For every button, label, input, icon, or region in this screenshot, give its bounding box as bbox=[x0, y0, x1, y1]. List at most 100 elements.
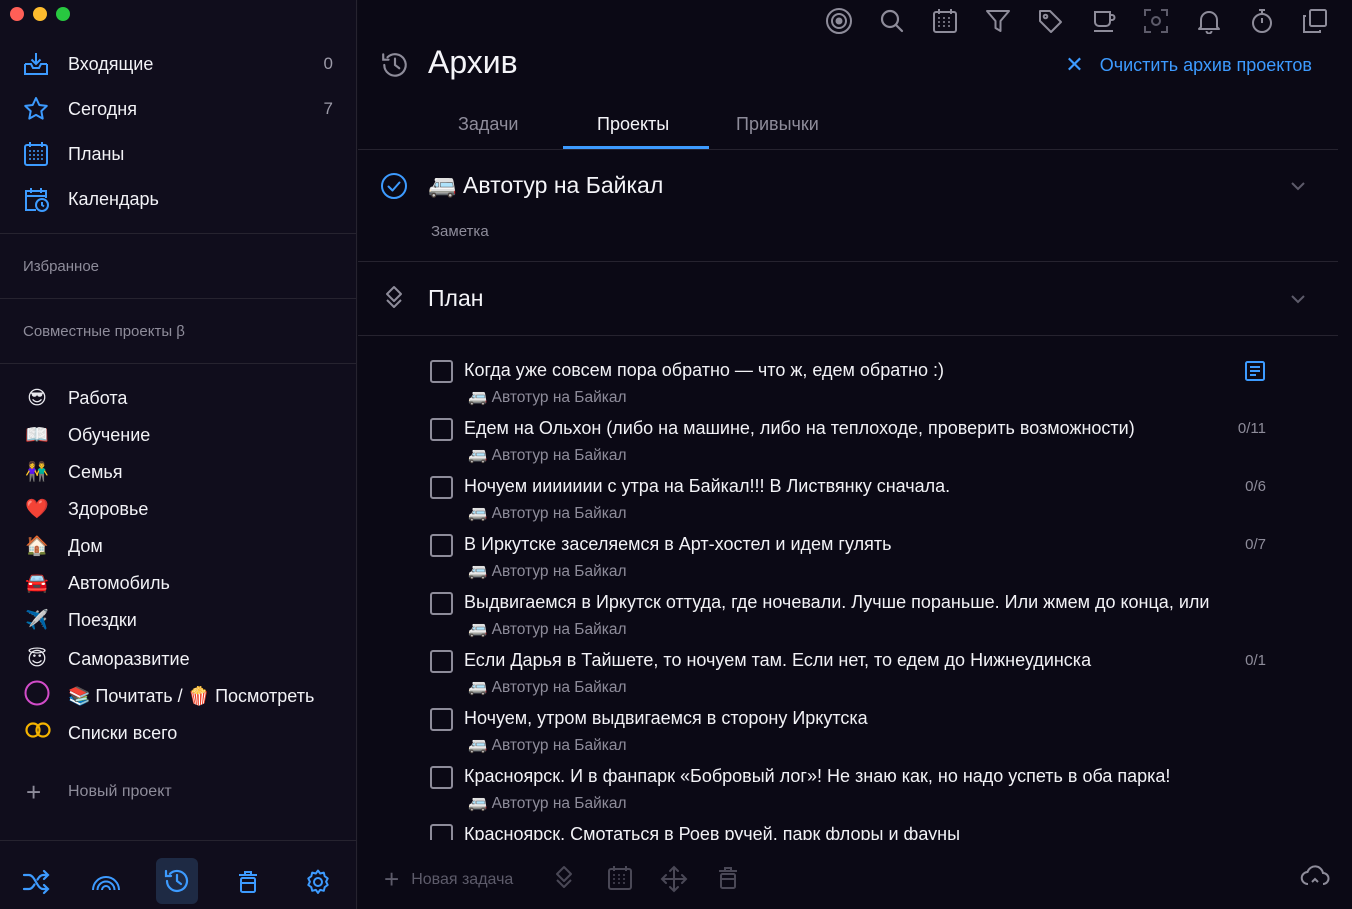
sidebar-project-trips[interactable]: ✈️ Поездки bbox=[0, 602, 357, 638]
settings-icon[interactable] bbox=[297, 859, 339, 905]
tag-icon[interactable] bbox=[1035, 6, 1065, 36]
project-note[interactable]: Заметка bbox=[431, 223, 489, 240]
history-icon bbox=[380, 50, 410, 80]
task-checkbox[interactable] bbox=[430, 534, 453, 557]
sidebar: Входящие 0 Сегодня 7 Планы Календарь Изб… bbox=[0, 0, 357, 909]
copy-icon[interactable] bbox=[1300, 6, 1330, 36]
project-emoji: ❤️ bbox=[25, 499, 49, 520]
task-row[interactable]: Ночуем иииииии с утра на Байкал!!! В Лис… bbox=[358, 456, 1338, 522]
project-emoji: 🚘 bbox=[25, 573, 49, 594]
task-checkbox[interactable] bbox=[430, 418, 453, 441]
zoom-window-button[interactable] bbox=[56, 7, 70, 21]
scan-icon[interactable] bbox=[1141, 6, 1171, 36]
task-checkbox[interactable] bbox=[430, 650, 453, 673]
task-checkbox[interactable] bbox=[430, 476, 453, 499]
calendar-icon[interactable] bbox=[607, 865, 633, 891]
sidebar-project-car[interactable]: 🚘 Автомобиль bbox=[0, 565, 357, 601]
sidebar-item-today[interactable]: Сегодня 7 bbox=[0, 89, 357, 129]
sidebar-item-plans[interactable]: Планы bbox=[0, 134, 357, 174]
task-row[interactable]: Когда уже совсем пора обратно — что ж, е… bbox=[358, 340, 1338, 406]
task-title[interactable]: Ночуем иииииии с утра на Байкал!!! В Лис… bbox=[464, 476, 1256, 497]
plan-title: План bbox=[428, 285, 484, 311]
calendar-clock-icon bbox=[22, 185, 50, 213]
tab-habits[interactable]: Привычки bbox=[736, 114, 819, 135]
minimize-window-button[interactable] bbox=[33, 7, 47, 21]
coffee-icon[interactable] bbox=[1089, 6, 1119, 36]
priority-icon bbox=[383, 285, 405, 313]
clear-archive-button[interactable]: ✕ Очистить архив проектов bbox=[1065, 52, 1312, 78]
task-row[interactable]: Выдвигаемся в Иркутск оттуда, где ночева… bbox=[358, 572, 1338, 638]
project-label: 📚 Почитать / 🍿 Посмотреть bbox=[68, 685, 315, 706]
subtask-count: 0/1 bbox=[1245, 652, 1266, 669]
sidebar-item-label: Календарь bbox=[68, 188, 159, 209]
priority-icon[interactable] bbox=[553, 865, 579, 891]
task-title[interactable]: Если Дарья в Тайшете, то ночуем там. Есл… bbox=[464, 650, 1256, 671]
bell-icon[interactable] bbox=[1194, 6, 1224, 36]
task-checkbox[interactable] bbox=[430, 766, 453, 789]
favorites-section-title[interactable]: Избранное bbox=[23, 258, 99, 275]
task-row[interactable]: Едем на Ольхон (либо на машине, либо на … bbox=[358, 398, 1338, 464]
task-list: Когда уже совсем пора обратно — что ж, е… bbox=[358, 340, 1338, 840]
infinity-icon bbox=[24, 721, 51, 745]
search-icon[interactable] bbox=[877, 6, 907, 36]
new-task-button[interactable]: + Новая задача bbox=[384, 864, 513, 895]
divider bbox=[0, 298, 357, 299]
cloud-sync-icon[interactable] bbox=[1300, 865, 1330, 891]
task-title[interactable]: Когда уже совсем пора обратно — что ж, е… bbox=[464, 360, 1256, 381]
chevron-down-icon[interactable] bbox=[1288, 176, 1308, 196]
task-row[interactable]: Красноярск. Смотаться в Роев ручей, парк… bbox=[358, 804, 1338, 840]
new-project-label: Новый проект bbox=[68, 783, 172, 800]
sidebar-project-home[interactable]: 🏠 Дом bbox=[0, 528, 357, 564]
task-title[interactable]: Выдвигаемся в Иркутск оттуда, где ночева… bbox=[464, 592, 1256, 613]
filter-icon[interactable] bbox=[983, 6, 1013, 36]
sidebar-project-self-development[interactable]: 😇 Саморазвитие bbox=[0, 641, 357, 677]
task-actions-bar: + Новая задача bbox=[358, 840, 1352, 909]
chevron-down-icon[interactable] bbox=[1288, 289, 1308, 309]
history-icon[interactable] bbox=[156, 858, 198, 904]
shuffle-icon[interactable] bbox=[15, 859, 57, 905]
task-row[interactable]: Ночуем, утром выдвигаемся в сторону Ирку… bbox=[358, 688, 1338, 754]
rainbow-icon[interactable] bbox=[85, 859, 127, 905]
task-title[interactable]: Красноярск. И в фанпарк «Бобровый лог»! … bbox=[464, 766, 1256, 787]
calendar-grid-icon bbox=[22, 140, 50, 168]
calendar-icon[interactable] bbox=[930, 6, 960, 36]
sidebar-project-learning[interactable]: 📖 Обучение bbox=[0, 417, 357, 453]
clear-archive-label: Очистить архив проектов bbox=[1099, 54, 1312, 75]
sidebar-item-inbox[interactable]: Входящие 0 bbox=[0, 44, 357, 84]
tab-projects[interactable]: Проекты bbox=[597, 114, 669, 135]
sidebar-project-family[interactable]: 👫 Семья bbox=[0, 454, 357, 490]
close-window-button[interactable] bbox=[10, 7, 24, 21]
move-icon[interactable] bbox=[660, 865, 688, 893]
task-title[interactable]: Ночуем, утром выдвигаемся в сторону Ирку… bbox=[464, 708, 1256, 729]
task-row[interactable]: Красноярск. И в фанпарк «Бобровый лог»! … bbox=[358, 746, 1338, 812]
sidebar-project-health[interactable]: ❤️ Здоровье bbox=[0, 491, 357, 527]
subtask-count: 0/6 bbox=[1245, 478, 1266, 495]
timer-icon[interactable] bbox=[1247, 6, 1277, 36]
sidebar-project-read-watch[interactable]: 📚 Почитать / 🍿 Посмотреть bbox=[0, 678, 357, 714]
trash-icon[interactable] bbox=[716, 865, 742, 891]
task-title[interactable]: Красноярск. Смотаться в Роев ручей, парк… bbox=[464, 824, 1256, 840]
focus-icon[interactable] bbox=[824, 6, 854, 36]
task-row[interactable]: В Иркутске заселяемся в Арт-хостел и иде… bbox=[358, 514, 1338, 580]
task-checkbox[interactable] bbox=[430, 824, 453, 840]
project-emoji: 😇 bbox=[27, 648, 47, 670]
task-title[interactable]: В Иркутске заселяемся в Арт-хостел и иде… bbox=[464, 534, 1256, 555]
task-row[interactable]: Если Дарья в Тайшете, то ночуем там. Есл… bbox=[358, 630, 1338, 696]
sidebar-project-work[interactable]: 😎 Работа bbox=[0, 380, 357, 416]
archived-project-card: 🚐 Автотур на Байкал Заметка bbox=[358, 150, 1338, 262]
trash-icon[interactable] bbox=[227, 859, 269, 905]
sidebar-project-lists[interactable]: Списки всего bbox=[0, 715, 357, 751]
new-project-button[interactable]: + Новый проект bbox=[0, 772, 357, 812]
task-title[interactable]: Едем на Ольхон (либо на машине, либо на … bbox=[464, 418, 1256, 439]
shared-projects-section-title[interactable]: Совместные проекты β bbox=[23, 323, 185, 340]
note-icon[interactable] bbox=[1244, 360, 1266, 382]
project-label: Поездки bbox=[68, 609, 137, 630]
task-checkbox[interactable] bbox=[430, 708, 453, 731]
sidebar-item-calendar[interactable]: Календарь bbox=[0, 179, 357, 219]
task-checkbox[interactable] bbox=[430, 592, 453, 615]
window-controls bbox=[10, 7, 70, 21]
task-checkbox[interactable] bbox=[430, 360, 453, 383]
inbox-icon bbox=[22, 50, 50, 78]
tab-tasks[interactable]: Задачи bbox=[458, 114, 518, 135]
project-complete-checkmark-icon[interactable] bbox=[380, 172, 408, 200]
